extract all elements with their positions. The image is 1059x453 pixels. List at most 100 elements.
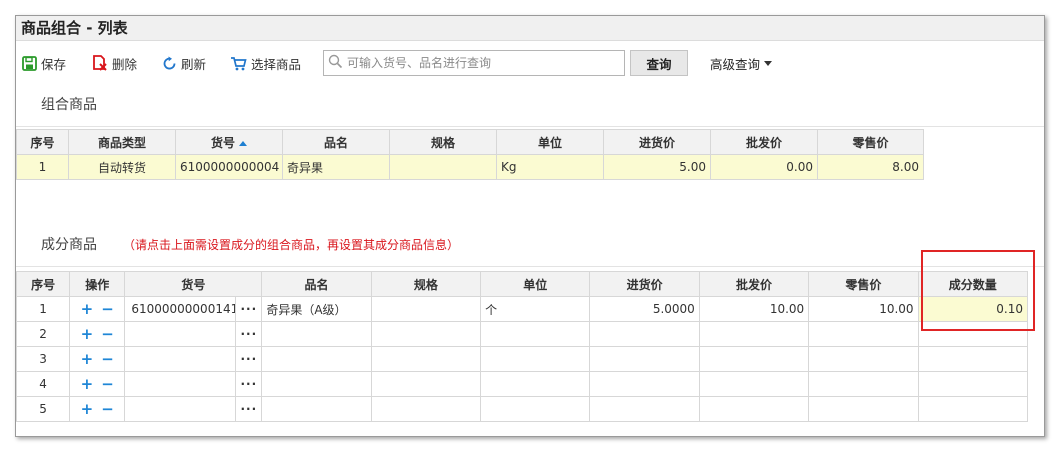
code-input[interactable] xyxy=(126,398,235,421)
col-header-component-qty[interactable]: 成分数量 xyxy=(917,271,1029,297)
cell-operation: + − xyxy=(69,346,126,372)
col-header-retail-price[interactable]: 零售价 xyxy=(808,271,919,297)
component-section-hint: （请点击上面需设置成分的组合商品，再设置其成分商品信息） xyxy=(123,238,460,252)
cell-retail-price xyxy=(808,346,919,372)
cell-purchase-price xyxy=(589,371,700,397)
ellipsis-icon[interactable]: ··· xyxy=(235,347,261,371)
cell-unit xyxy=(480,396,591,422)
component-row[interactable]: 3 + − ··· xyxy=(16,346,1029,372)
toolbar: 保存 删除 刷新 选择商品 查询 高级查询 xyxy=(16,49,1044,77)
cell-code: 61000000000141 ··· xyxy=(124,296,263,322)
component-table: 序号 操作 货号 品名 规格 单位 进货价 批发价 零售价 成分数量 1 + −61… xyxy=(16,271,1029,422)
col-header-code[interactable]: 货号 xyxy=(175,129,283,155)
delete-button[interactable]: 删除 xyxy=(92,52,137,74)
combo-product-window: 商品组合 - 列表 保存 删除 刷新 选择商品 可输入货号、品名进行查询 查询 … xyxy=(15,15,1045,437)
col-header-purchase-price[interactable]: 进货价 xyxy=(589,271,700,297)
col-header-code[interactable]: 货号 xyxy=(124,271,263,297)
refresh-label: 刷新 xyxy=(181,56,207,72)
floppy-disk-icon xyxy=(22,55,37,71)
select-product-label: 选择商品 xyxy=(251,56,302,72)
cell-purchase-price xyxy=(589,346,700,372)
cell-spec xyxy=(370,396,482,422)
ellipsis-icon[interactable]: ··· xyxy=(235,372,261,396)
col-header-spec[interactable]: 规格 xyxy=(370,271,482,297)
plus-icon[interactable]: + xyxy=(81,301,94,317)
advanced-query-button[interactable]: 高级查询 xyxy=(710,52,773,74)
cell-component-qty[interactable] xyxy=(917,321,1029,347)
component-header-row: 序号 操作 货号 品名 规格 单位 进货价 批发价 零售价 成分数量 xyxy=(16,271,1029,297)
query-button[interactable]: 查询 xyxy=(630,50,688,76)
cell-purchase-price xyxy=(589,321,700,347)
combo-row-selected[interactable]: 1 自动转货 6100000000004 奇异果 Kg 5.00 0.00 8.… xyxy=(16,154,924,180)
cart-icon xyxy=(230,56,247,71)
cell-spec xyxy=(370,346,482,372)
delete-document-icon xyxy=(92,55,108,71)
cell-component-qty[interactable] xyxy=(917,346,1029,372)
cell-code: ··· xyxy=(124,321,263,347)
minus-icon[interactable]: − xyxy=(101,376,114,392)
cell-component-qty[interactable] xyxy=(917,371,1029,397)
col-header-unit[interactable]: 单位 xyxy=(496,129,604,155)
cell-no: 5 xyxy=(16,396,71,422)
code-input[interactable] xyxy=(126,373,235,396)
plus-icon[interactable]: + xyxy=(81,351,94,367)
cell-name xyxy=(261,346,372,372)
cell-name xyxy=(261,321,372,347)
ellipsis-icon[interactable]: ··· xyxy=(235,297,261,321)
minus-icon[interactable]: − xyxy=(101,351,114,367)
cell-operation: + − xyxy=(69,396,126,422)
cell-wholesale-price xyxy=(698,321,810,347)
cell-component-qty[interactable] xyxy=(917,396,1029,422)
cell-operation: + − xyxy=(69,296,126,322)
col-header-wholesale-price[interactable]: 批发价 xyxy=(710,129,818,155)
col-header-wholesale-price[interactable]: 批发价 xyxy=(698,271,810,297)
code-input[interactable] xyxy=(126,323,235,346)
col-header-name[interactable]: 品名 xyxy=(261,271,372,297)
component-row[interactable]: 1 + −61000000000141 ··· 奇异果（A级）个 5.0000 10.00 1… xyxy=(16,296,1029,322)
code-input[interactable] xyxy=(126,348,235,371)
cell-operation: + − xyxy=(69,371,126,397)
cell-component-qty[interactable]: 0.10 xyxy=(917,296,1029,322)
col-header-no[interactable]: 序号 xyxy=(16,129,69,155)
col-header-type[interactable]: 商品类型 xyxy=(68,129,176,155)
minus-icon[interactable]: − xyxy=(101,401,114,417)
plus-icon[interactable]: + xyxy=(81,326,94,342)
component-row[interactable]: 4 + − ··· xyxy=(16,371,1029,397)
cell-type: 自动转货 xyxy=(68,154,176,180)
col-header-unit[interactable]: 单位 xyxy=(480,271,591,297)
col-header-operation[interactable]: 操作 xyxy=(69,271,126,297)
plus-icon[interactable]: + xyxy=(81,376,94,392)
cell-no: 1 xyxy=(16,154,69,180)
select-product-button[interactable]: 选择商品 xyxy=(230,52,301,74)
cell-wholesale-price: 10.00 xyxy=(698,296,810,322)
refresh-button[interactable]: 刷新 xyxy=(162,52,206,74)
cell-code: ··· xyxy=(124,371,263,397)
search-input[interactable] xyxy=(347,56,617,70)
col-header-purchase-price[interactable]: 进货价 xyxy=(603,129,711,155)
cell-no: 1 xyxy=(16,296,71,322)
component-section-title: 成分商品 xyxy=(41,237,97,253)
combo-header-row: 序号 商品类型 货号 品名 规格 单位 进货价 批发价 零售价 xyxy=(16,129,924,155)
ellipsis-icon[interactable]: ··· xyxy=(235,322,261,346)
cell-name xyxy=(261,371,372,397)
cell-no: 2 xyxy=(16,321,71,347)
cell-spec xyxy=(370,296,482,322)
cell-unit: Kg xyxy=(496,154,604,180)
code-input[interactable]: 61000000000141 xyxy=(126,298,235,321)
col-header-name[interactable]: 品名 xyxy=(282,129,390,155)
cell-retail-price xyxy=(808,321,919,347)
plus-icon[interactable]: + xyxy=(81,401,94,417)
component-row[interactable]: 2 + − ··· xyxy=(16,321,1029,347)
component-row[interactable]: 5 + − ··· xyxy=(16,396,1029,422)
col-header-no[interactable]: 序号 xyxy=(16,271,71,297)
minus-icon[interactable]: − xyxy=(101,326,114,342)
cell-purchase-price: 5.00 xyxy=(603,154,711,180)
cell-spec xyxy=(370,371,482,397)
minus-icon[interactable]: − xyxy=(101,301,114,317)
cell-spec xyxy=(370,321,482,347)
col-header-retail-price[interactable]: 零售价 xyxy=(817,129,924,155)
cell-code: 6100000000004 xyxy=(175,154,283,180)
save-button[interactable]: 保存 xyxy=(22,52,66,74)
col-header-spec[interactable]: 规格 xyxy=(389,129,497,155)
ellipsis-icon[interactable]: ··· xyxy=(235,397,261,421)
